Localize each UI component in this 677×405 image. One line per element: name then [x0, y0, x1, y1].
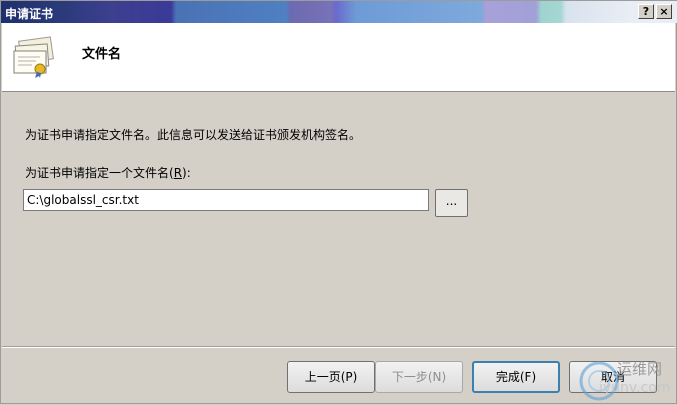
title-bar[interactable]: 申请证书 ? ×: [1, 1, 677, 23]
certificate-stack-icon: [13, 36, 54, 78]
filename-label-prefix: 为证书申请指定一个文件名(: [25, 166, 174, 180]
next-button[interactable]: 下一步(N): [375, 361, 463, 393]
watermark-url: iyunv.com: [599, 380, 671, 396]
filename-label-hotkey: R: [173, 166, 183, 180]
wizard-header: 文件名: [2, 23, 675, 92]
description-text: 为证书申请指定文件名。此信息可以发送给证书颁发机构签名。: [25, 128, 362, 142]
filename-label-suffix: ):: [182, 166, 191, 180]
page-title: 文件名: [82, 47, 122, 62]
footer-divider: [2, 346, 675, 348]
browse-button[interactable]: ...: [435, 189, 468, 217]
watermark-text: 运维网: [617, 360, 663, 378]
filename-label: 为证书申请指定一个文件名(R):: [25, 164, 191, 181]
close-button[interactable]: ×: [656, 4, 672, 19]
filename-input[interactable]: [23, 189, 429, 211]
help-button[interactable]: ?: [638, 4, 654, 19]
wizard-window: 申请证书 ? × 文件名 为证书申请指定文件名。此信息可以发送给证书颁发机构签名…: [0, 0, 677, 404]
window-title: 申请证书: [5, 7, 54, 21]
finish-button[interactable]: 完成(F): [472, 361, 560, 393]
back-button[interactable]: 上一页(P): [287, 361, 375, 393]
